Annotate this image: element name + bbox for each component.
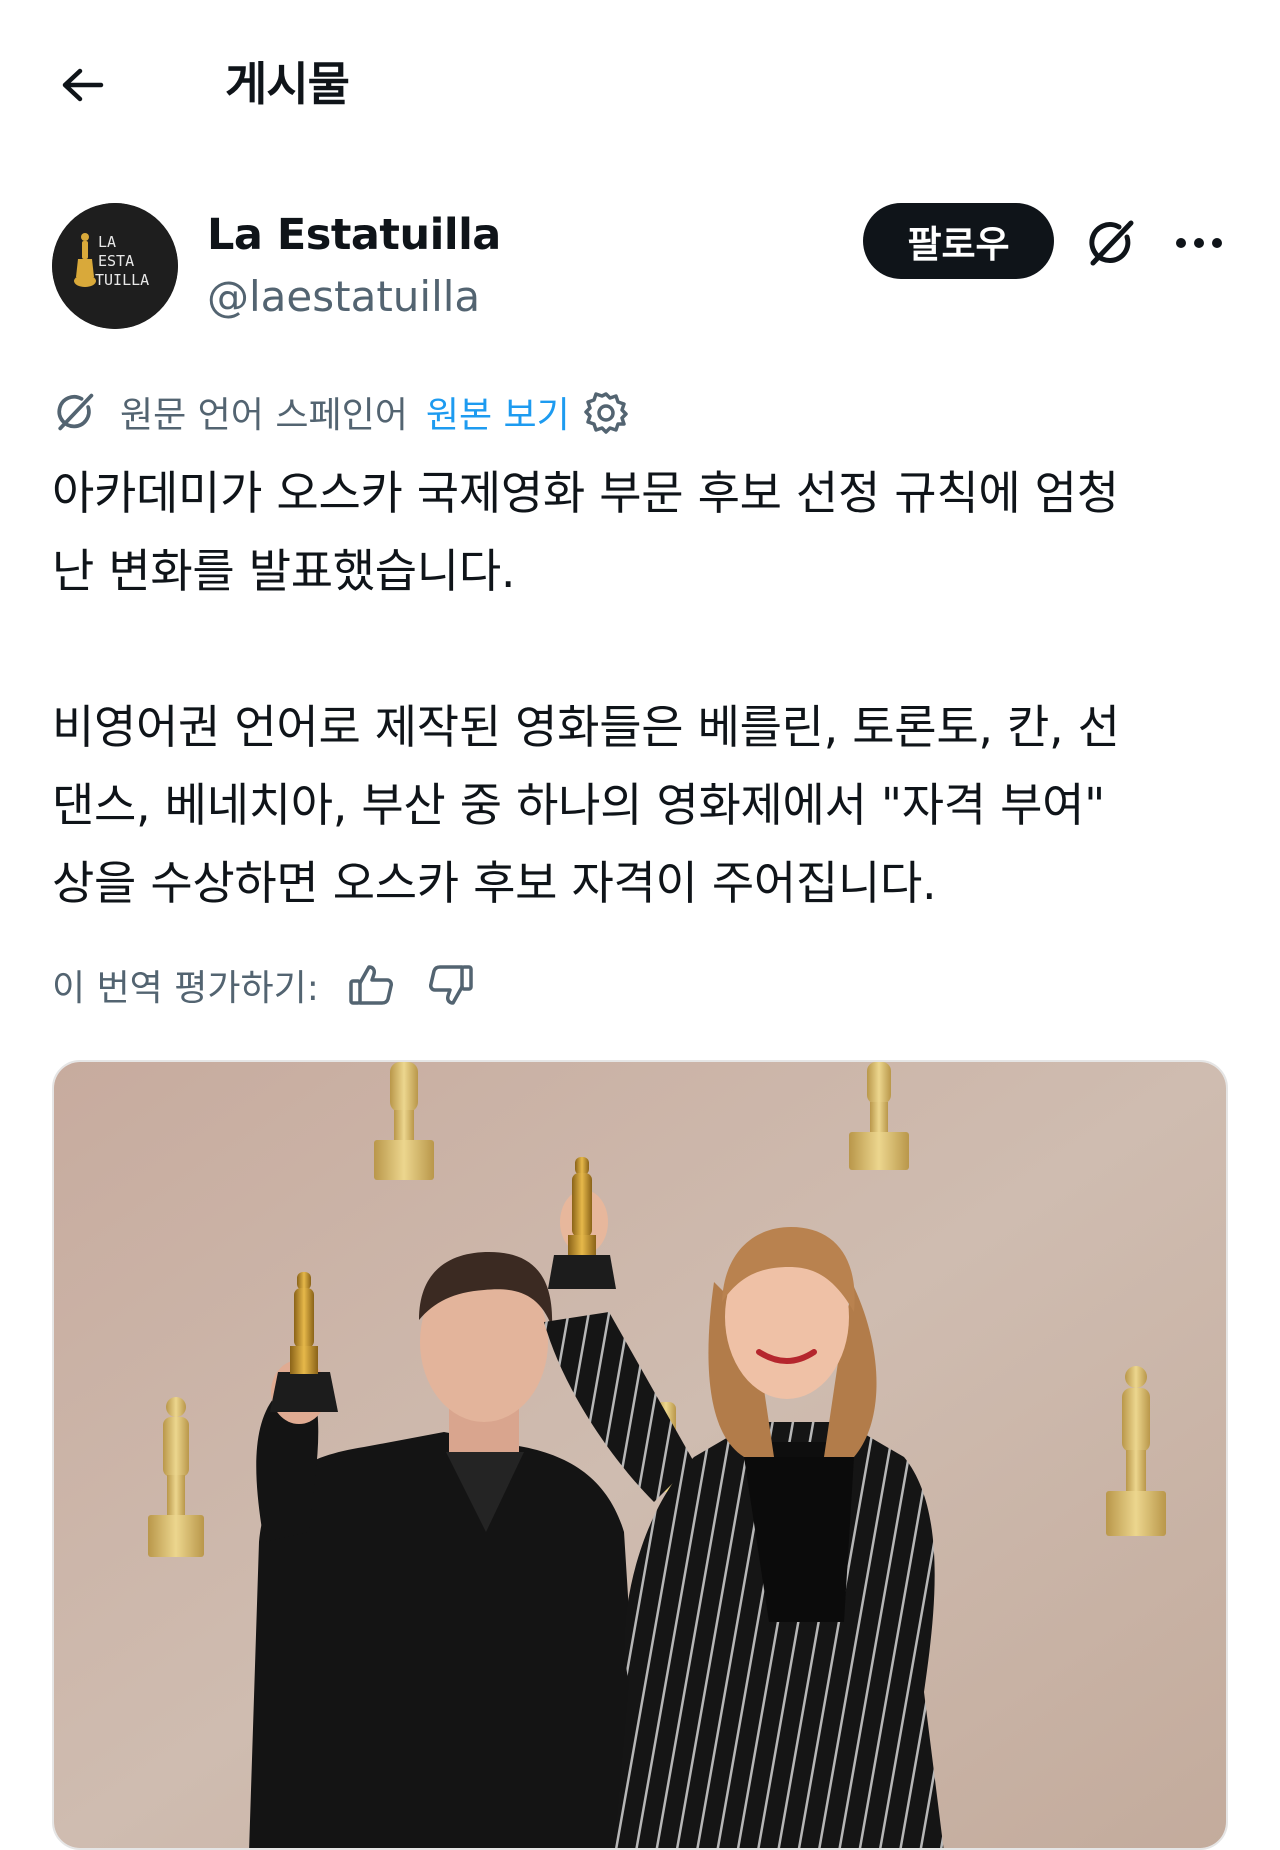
rating-label: 이 번역 평가하기: xyxy=(52,968,319,1009)
svg-text:TUILLA: TUILLA xyxy=(95,271,149,289)
page-title: 게시물 xyxy=(225,57,350,111)
photo-image xyxy=(54,1062,1226,1848)
avatar[interactable]: LA ESTA TUILLA xyxy=(52,203,178,329)
top-bar: 게시물 xyxy=(0,0,1280,160)
arrow-left-icon xyxy=(62,68,104,102)
grok-button[interactable] xyxy=(1080,212,1142,274)
translation-info: 원문 언어 스페인어 원본 보기 xyxy=(52,384,632,440)
thumbs-down-icon[interactable] xyxy=(423,957,479,1013)
translation-rating: 이 번역 평가하기: xyxy=(52,955,479,1015)
more-button[interactable] xyxy=(1168,212,1230,274)
post-text-line: 난 변화를 발표했습니다. xyxy=(52,544,516,598)
avatar-logo: LA ESTA TUILLA xyxy=(52,203,178,329)
post-text-line: 상을 수상하면 오스카 후보 자격이 주어집니다. xyxy=(52,856,937,910)
post-text-line: 비영어권 언어로 제작된 영화들은 베를린, 토론토, 칸, 선 xyxy=(52,700,1120,754)
post-photo[interactable] xyxy=(52,1060,1228,1850)
author-handle[interactable]: @laestatuilla xyxy=(207,272,480,321)
show-original-link[interactable]: 원본 보기 xyxy=(426,386,570,438)
more-horizontal-icon xyxy=(1176,238,1222,248)
post-body: 아카데미가 오스카 국제영화 부문 후보 선정 규칙에 엄청 난 변화를 발표했… xyxy=(52,454,1232,922)
gear-icon[interactable] xyxy=(584,388,632,436)
svg-text:ESTA: ESTA xyxy=(98,252,134,270)
author-name[interactable]: La Estatuilla xyxy=(207,210,501,260)
follow-button[interactable]: 팔로우 xyxy=(863,203,1054,279)
post-text-line: 아카데미가 오스카 국제영화 부문 후보 선정 규칙에 엄청 xyxy=(52,466,1119,520)
grok-icon xyxy=(52,387,102,437)
thumbs-up-icon[interactable] xyxy=(343,957,399,1013)
grok-icon xyxy=(1089,220,1134,266)
post-text-line: 댄스, 베네치아, 부산 중 하나의 영화제에서 "자격 부여" xyxy=(52,778,1106,832)
svg-text:LA: LA xyxy=(98,233,116,251)
source-language-text: 원문 언어 스페인어 xyxy=(120,395,408,436)
back-button[interactable] xyxy=(52,55,112,115)
